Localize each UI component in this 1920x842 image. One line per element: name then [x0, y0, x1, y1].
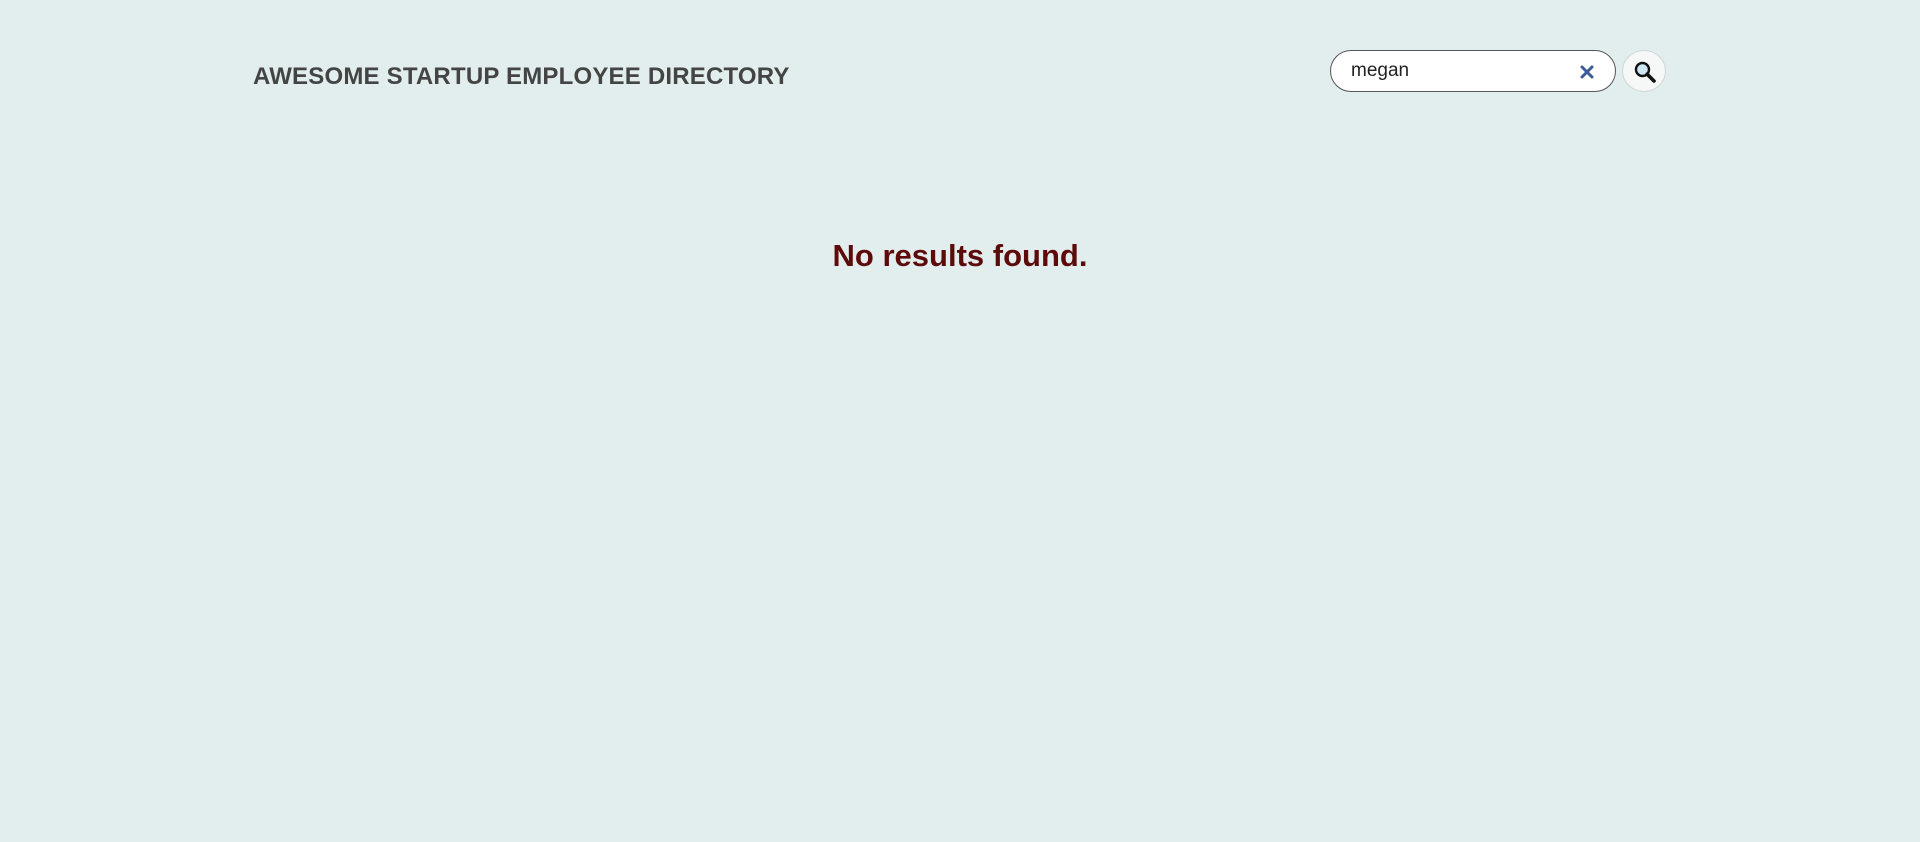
close-icon[interactable] — [1577, 62, 1597, 82]
search-input[interactable] — [1351, 57, 1571, 85]
search-box[interactable] — [1330, 50, 1616, 92]
no-results-message: No results found. — [832, 238, 1088, 273]
header: AWESOME STARTUP EMPLOYEE DIRECTORY — [253, 48, 1667, 104]
search-button[interactable] — [1622, 50, 1666, 92]
page-title: AWESOME STARTUP EMPLOYEE DIRECTORY — [253, 63, 790, 90]
